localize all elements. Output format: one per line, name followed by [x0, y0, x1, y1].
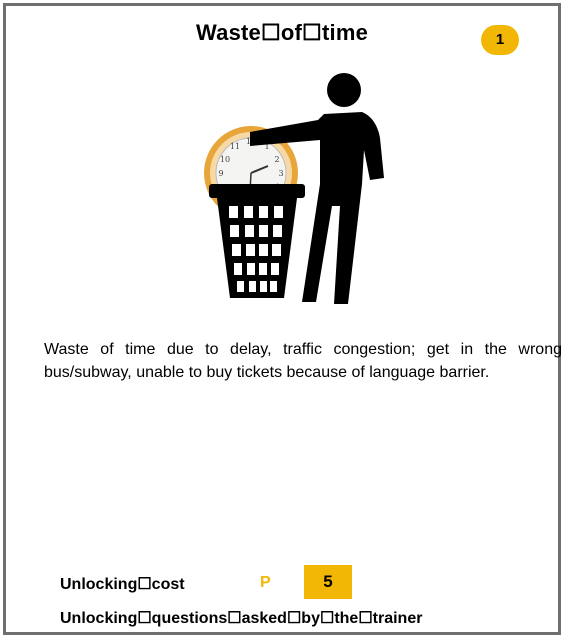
card-title: Waste☐of☐time [195, 20, 369, 45]
svg-text:2: 2 [274, 155, 279, 164]
svg-text:11: 11 [230, 142, 240, 151]
waste-of-time-card: Waste☐of☐time 1 12 1 2 3 4 5 6 7 8 9 10 … [3, 3, 562, 635]
card-number-badge: 1 [481, 25, 519, 55]
unlocking-cost-label: Unlocking☐cost [60, 576, 185, 593]
card-description: Waste of time due to delay, traffic cong… [44, 341, 562, 381]
unlocking-questions-label: Unlocking☐questions☐asked☐by☐the☐trainer [60, 610, 423, 627]
waste-of-time-illustration: 12 1 2 3 4 5 6 7 8 9 10 11 [204, 73, 384, 304]
svg-text:3: 3 [278, 169, 283, 178]
trash-bin-icon [209, 184, 305, 298]
unlocking-cost-value: 5 [304, 565, 352, 599]
svg-text:10: 10 [220, 155, 230, 164]
cost-currency-symbol: P [260, 574, 271, 591]
svg-text:9: 9 [218, 169, 223, 178]
